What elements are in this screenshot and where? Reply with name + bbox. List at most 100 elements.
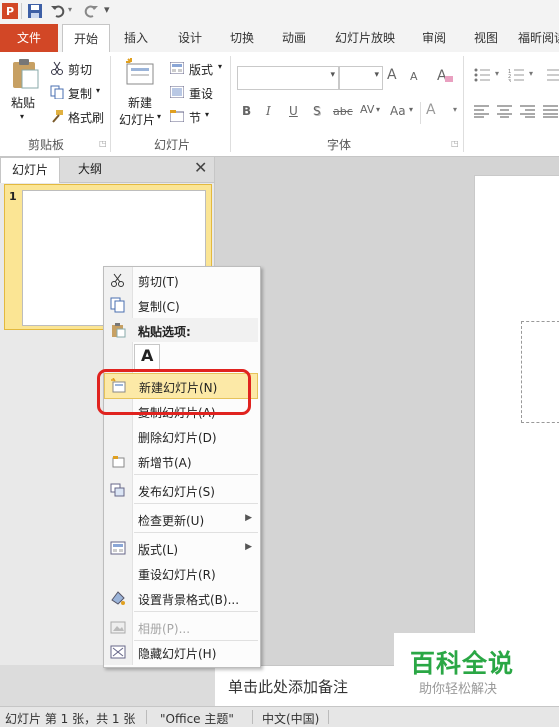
layout-button[interactable]: 版式	[189, 61, 213, 78]
watermark-subtitle: 助你轻松解决	[419, 682, 498, 697]
paste-icon	[112, 323, 126, 338]
font-divider	[420, 102, 421, 124]
menu-item-check-updates[interactable]: 检查更新(U) ▶	[104, 507, 258, 531]
status-theme[interactable]: "Office 主题"	[160, 710, 234, 727]
align-right-icon[interactable]	[520, 104, 536, 118]
menu-item-delete-slide[interactable]: 删除幻灯片(D)	[104, 424, 258, 448]
status-bar: 幻灯片 第 1 张，共 1 张 "Office 主题" 中文(中国)	[0, 706, 559, 727]
shrink-font-button[interactable]: A	[410, 70, 418, 83]
customize-qat-icon[interactable]: ▾	[104, 3, 110, 16]
redo-icon[interactable]	[83, 3, 99, 19]
font-family-select[interactable]: ▾	[237, 66, 339, 90]
grow-font-button[interactable]: A	[387, 67, 397, 83]
copy-icon[interactable]	[50, 85, 64, 99]
font-color-button[interactable]: A	[426, 102, 436, 118]
font-launcher-icon[interactable]: ◳	[451, 139, 459, 148]
section-icon[interactable]	[170, 110, 184, 122]
justify-icon[interactable]	[543, 104, 559, 118]
layout-dropdown-icon[interactable]: ▾	[218, 62, 222, 71]
align-center-icon[interactable]	[497, 104, 513, 118]
align-left-icon[interactable]	[474, 104, 490, 118]
save-icon[interactable]	[27, 3, 43, 19]
bold-button[interactable]: B	[242, 104, 251, 118]
italic-button[interactable]: I	[266, 104, 271, 118]
tab-transitions[interactable]: 切换	[220, 24, 264, 52]
format-painter-icon[interactable]	[50, 109, 64, 123]
layout-icon[interactable]	[170, 62, 184, 74]
clear-format-icon[interactable]: A	[436, 66, 454, 84]
svg-text:P: P	[6, 5, 14, 18]
clipboard-launcher-icon[interactable]: ◳	[99, 139, 107, 148]
copy-button[interactable]: 复制	[68, 85, 92, 102]
close-pane-icon[interactable]: ✕	[194, 158, 207, 177]
menu-item-label: 新增节(A)	[138, 456, 192, 470]
font-color-dropdown-icon[interactable]: ▾	[453, 105, 457, 114]
menu-item-layout[interactable]: 版式(L) ▶	[104, 536, 258, 560]
section-button[interactable]: 节	[189, 109, 201, 126]
tab-home[interactable]: 开始	[62, 24, 110, 53]
tab-animations[interactable]: 动画	[272, 24, 316, 52]
tab-slideshow[interactable]: 幻灯片放映	[326, 24, 404, 52]
new-slide-dropdown-icon[interactable]: ▾	[157, 112, 161, 121]
font-size-select[interactable]: ▾	[339, 66, 383, 90]
font-family-dropdown-icon[interactable]: ▾	[330, 70, 335, 80]
menu-item-format-background[interactable]: 设置背景格式(B)...	[104, 586, 258, 610]
tab-design[interactable]: 设计	[168, 24, 212, 52]
cut-button[interactable]: 剪切	[68, 61, 92, 78]
tab-foxit[interactable]: 福昕阅读	[518, 24, 559, 52]
paste-icon[interactable]	[10, 58, 40, 90]
change-case-button[interactable]: Aa	[390, 104, 406, 118]
status-separator	[146, 710, 147, 724]
tab-insert[interactable]: 插入	[114, 24, 158, 52]
menu-separator	[134, 503, 258, 504]
reset-icon[interactable]	[170, 86, 184, 98]
menu-item-label: 隐藏幻灯片(H)	[138, 647, 217, 661]
new-section-icon	[112, 456, 125, 468]
tab-view[interactable]: 视图	[464, 24, 508, 52]
numbering-icon[interactable]: 123	[508, 68, 526, 82]
change-case-dropdown-icon[interactable]: ▾	[409, 105, 413, 114]
bullets-dropdown-icon[interactable]: ▾	[495, 69, 499, 78]
menu-item-cut[interactable]: 剪切(T)	[104, 268, 258, 292]
paste-button[interactable]: 粘贴	[11, 94, 35, 111]
undo-dropdown-icon[interactable]: ▾	[68, 5, 72, 14]
new-slide-icon[interactable]	[125, 58, 157, 88]
cut-icon[interactable]	[50, 61, 64, 75]
menu-item-label: 设置背景格式(B)...	[138, 593, 240, 607]
svg-text:3: 3	[508, 79, 511, 82]
tab-slides[interactable]: 幻灯片	[0, 157, 60, 183]
numbering-dropdown-icon[interactable]: ▾	[529, 69, 533, 78]
tab-outline[interactable]: 大纲	[62, 157, 118, 182]
notes-placeholder[interactable]: 单击此处添加备注	[228, 676, 348, 697]
underline-button[interactable]: U	[289, 104, 298, 118]
char-spacing-button[interactable]: AV	[360, 103, 374, 116]
tab-review[interactable]: 审阅	[412, 24, 456, 52]
menu-item-label: 复制(C)	[138, 300, 180, 314]
reset-button[interactable]: 重设	[189, 85, 213, 102]
menu-item-hide-slide[interactable]: 隐藏幻灯片(H)	[104, 640, 258, 664]
status-language[interactable]: 中文(中国)	[262, 710, 319, 727]
tab-file[interactable]: 文件	[0, 24, 58, 52]
font-size-dropdown-icon[interactable]: ▾	[374, 70, 379, 80]
menu-item-label: 相册(P)...	[138, 622, 191, 636]
char-spacing-dropdown-icon[interactable]: ▾	[376, 105, 380, 114]
menu-item-copy[interactable]: 复制(C)	[104, 293, 258, 317]
menu-item-reset-slide[interactable]: 重设幻灯片(R)	[104, 561, 258, 585]
background-icon	[111, 591, 125, 605]
paste-keep-text-button[interactable]: A	[134, 344, 160, 370]
title-placeholder[interactable]	[521, 321, 559, 423]
section-dropdown-icon[interactable]: ▾	[205, 110, 209, 119]
ribbon-tab-bar: 文件 开始 插入 设计 切换 动画 幻灯片放映 审阅 视图 福昕阅读	[0, 24, 559, 53]
text-shadow-button[interactable]: S	[313, 104, 321, 118]
paste-dropdown-icon[interactable]: ▾	[20, 112, 24, 121]
new-slide-label-2[interactable]: 幻灯片	[119, 111, 155, 128]
strikethrough-button[interactable]: abc	[333, 105, 353, 118]
undo-icon[interactable]	[50, 3, 66, 19]
new-slide-label-1[interactable]: 新建	[128, 94, 152, 111]
copy-dropdown-icon[interactable]: ▾	[96, 86, 100, 95]
menu-item-add-section[interactable]: 新增节(A)	[104, 449, 258, 473]
menu-item-publish-slides[interactable]: 发布幻灯片(S)	[104, 478, 258, 502]
bullets-icon[interactable]	[474, 68, 492, 82]
decrease-indent-icon[interactable]	[543, 68, 559, 82]
format-painter-button[interactable]: 格式刷	[68, 109, 104, 126]
